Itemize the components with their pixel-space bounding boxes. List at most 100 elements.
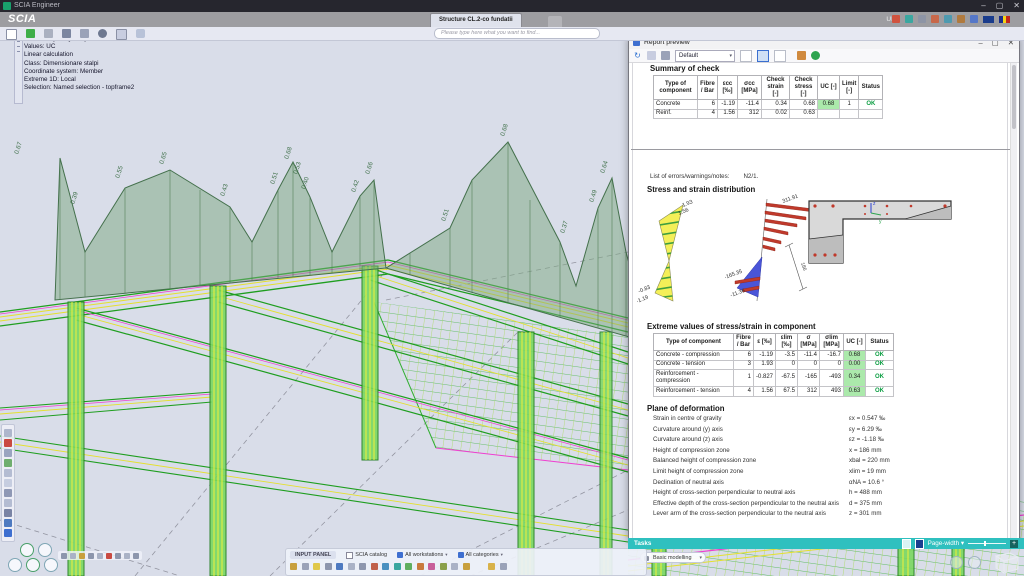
quick-icon[interactable] [133, 553, 139, 559]
quick-icon[interactable] [106, 553, 112, 559]
eu-flag-icon[interactable] [983, 16, 994, 23]
maximize-button[interactable]: ▢ [996, 0, 1004, 12]
quick-icon[interactable] [61, 553, 67, 559]
open-project-icon[interactable] [26, 29, 35, 38]
zoom-slider[interactable] [968, 543, 1006, 544]
clip-box-icon[interactable] [4, 479, 12, 487]
close-button[interactable]: ✕ [1013, 0, 1020, 12]
quick-icon[interactable] [124, 553, 130, 559]
quick-icon[interactable] [70, 553, 76, 559]
input-tool-icon[interactable] [405, 563, 412, 570]
info-icon[interactable] [4, 529, 12, 537]
project-tab[interactable]: Structure CL.2-co fundatii [430, 13, 522, 28]
apps-icon[interactable] [931, 15, 939, 23]
column[interactable] [362, 266, 378, 460]
view-pan-button[interactable] [26, 558, 40, 572]
quick-icon[interactable] [88, 553, 94, 559]
fit-view-icon[interactable] [4, 459, 12, 467]
view-eye-icon[interactable] [98, 29, 107, 38]
report-edit-icon[interactable] [647, 51, 656, 60]
zoom-slider-thumb[interactable] [984, 541, 986, 546]
page-layout-selected-icon[interactable] [915, 539, 924, 549]
scrollbar-thumb[interactable] [1012, 65, 1016, 129]
input-tool-icon[interactable] [394, 563, 401, 570]
input-tool-icon[interactable] [359, 563, 366, 570]
input-tool-icon[interactable] [336, 563, 343, 570]
pan-icon[interactable] [4, 449, 12, 457]
global-search-input[interactable]: Please type here what you want to find..… [434, 28, 600, 39]
quick-icon[interactable] [97, 553, 103, 559]
view-perspective-button[interactable] [44, 558, 58, 572]
user-icon[interactable] [918, 15, 926, 23]
record-icon[interactable] [4, 439, 12, 447]
quick-icon[interactable] [115, 553, 121, 559]
input-tool-icon[interactable] [451, 563, 458, 570]
navigation-cube[interactable] [990, 548, 1022, 575]
input-tool-icon[interactable] [371, 563, 378, 570]
mail-icon[interactable] [116, 29, 127, 40]
report-page[interactable]: Summary of check Type of componentFibre … [629, 63, 1017, 539]
input-tool-icon[interactable] [428, 563, 435, 570]
alert-bell-icon[interactable] [488, 563, 495, 570]
input-tool-icon[interactable] [325, 563, 332, 570]
column[interactable] [68, 302, 84, 576]
input-tool-icon[interactable] [313, 563, 320, 570]
column[interactable] [210, 286, 226, 576]
quick-icon[interactable] [79, 553, 85, 559]
minimize-button[interactable]: – [981, 0, 985, 12]
view-rotate-button[interactable] [950, 556, 963, 569]
view-reset-button[interactable] [968, 556, 981, 569]
zoom-in-button[interactable]: + [1010, 540, 1018, 548]
single-page-view-button[interactable] [740, 50, 752, 62]
sound-icon[interactable] [957, 15, 965, 23]
alert-bell-icon[interactable] [500, 563, 507, 570]
regenerate-icon[interactable]: ↻ [633, 51, 642, 60]
edit-tools-icon[interactable] [44, 29, 53, 38]
column[interactable] [518, 332, 534, 576]
categories-dropdown[interactable]: All categories▾ [458, 552, 503, 558]
fit-page-view-button[interactable] [757, 50, 769, 62]
page-layout-icon[interactable] [902, 539, 911, 549]
library-icon[interactable] [80, 29, 89, 38]
layers-icon[interactable] [4, 499, 12, 507]
romania-flag-icon[interactable] [999, 16, 1010, 23]
rotate-icon[interactable] [4, 469, 12, 477]
input-tool-icon[interactable] [302, 563, 309, 570]
beam[interactable] [0, 392, 212, 420]
new-project-icon[interactable] [6, 29, 17, 40]
tab-stub[interactable] [548, 16, 562, 27]
selection-icon[interactable] [4, 509, 12, 517]
export-icon[interactable] [811, 51, 820, 60]
column[interactable] [600, 332, 612, 576]
workstations-dropdown[interactable]: All workstations▾ [397, 552, 447, 558]
report-print-icon[interactable] [661, 51, 670, 60]
search-tool-icon[interactable] [136, 29, 145, 38]
report-scrollbar[interactable] [1010, 63, 1017, 539]
layout-icon[interactable] [970, 15, 978, 23]
input-tool-icon[interactable] [290, 563, 297, 570]
update-icon[interactable] [892, 15, 900, 23]
results-panel-tab[interactable] [14, 36, 23, 104]
tasks-label[interactable]: Tasks [634, 538, 651, 549]
print-icon[interactable] [62, 29, 71, 38]
view-zoom-button[interactable] [8, 558, 22, 572]
zoom-tool-icon[interactable] [4, 429, 12, 437]
touch-mode-icon[interactable] [905, 15, 913, 23]
input-tool-icon[interactable] [417, 563, 424, 570]
insert-image-icon[interactable] [797, 51, 806, 60]
input-tool-icon[interactable] [463, 563, 470, 570]
continuous-view-button[interactable] [774, 50, 786, 62]
folder-icon[interactable] [944, 15, 952, 23]
input-tool-icon[interactable] [440, 563, 447, 570]
settings-icon[interactable] [4, 519, 12, 527]
scia-catalog-toggle[interactable]: SCIA catalog [346, 552, 387, 559]
input-tool-icon[interactable] [348, 563, 355, 570]
slab-reinforcement-mesh[interactable] [374, 302, 628, 470]
view-orbit-button[interactable] [38, 543, 52, 557]
process-toolbar[interactable]: Basic modelling ▾ [640, 552, 706, 563]
render-mode-icon[interactable] [4, 489, 12, 497]
style-combo[interactable]: Default [675, 50, 735, 62]
view-home-button[interactable] [20, 543, 34, 557]
zoom-mode-dropdown[interactable]: Page-width ▾ [928, 538, 964, 549]
input-tool-icon[interactable] [382, 563, 389, 570]
